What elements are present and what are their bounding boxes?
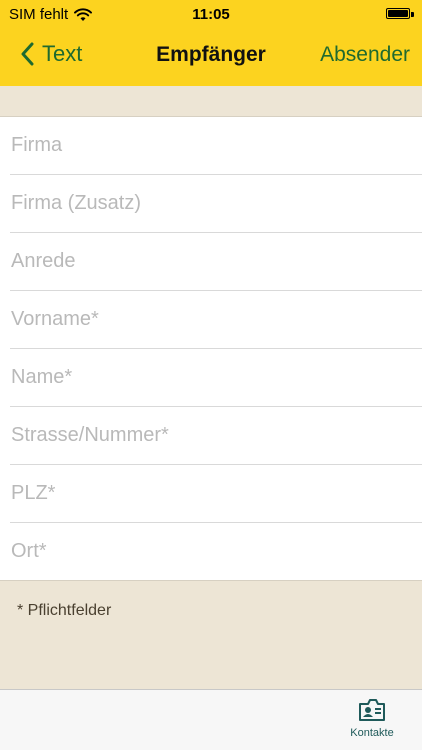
- sender-button[interactable]: Absender: [320, 43, 410, 67]
- field-ort: [10, 523, 422, 580]
- strasse-input[interactable]: [10, 407, 415, 464]
- tab-kontakte-label: Kontakte: [350, 727, 394, 739]
- firma-input[interactable]: [10, 117, 415, 174]
- status-time: 11:05: [192, 6, 230, 23]
- navigation-bar: Text Empfänger Absender: [0, 28, 422, 86]
- plz-input[interactable]: [10, 465, 415, 522]
- field-plz: [10, 465, 422, 523]
- tab-bar: Kontakte: [0, 689, 422, 750]
- header: SIM fehlt 11:05 Text Empfänger Absender: [0, 0, 422, 86]
- battery-icon: [386, 8, 410, 19]
- field-anrede: [10, 233, 422, 291]
- required-fields-note: * Pflichtfelder: [17, 602, 112, 619]
- contact-card-icon: [359, 699, 385, 721]
- field-strasse: [10, 407, 422, 465]
- battery-tip: [411, 12, 414, 17]
- ort-input[interactable]: [10, 523, 415, 580]
- recipient-form: [0, 116, 422, 581]
- status-bar: SIM fehlt 11:05: [0, 0, 422, 28]
- field-vorname: [10, 291, 422, 349]
- name-input[interactable]: [10, 349, 415, 406]
- field-firma-zusatz: [10, 175, 422, 233]
- battery-level: [388, 10, 408, 17]
- vorname-input[interactable]: [10, 291, 415, 348]
- field-name: [10, 349, 422, 407]
- anrede-input[interactable]: [10, 233, 415, 290]
- firma-zusatz-input[interactable]: [10, 175, 415, 232]
- tab-kontakte[interactable]: Kontakte: [342, 698, 402, 739]
- field-firma: [10, 117, 422, 175]
